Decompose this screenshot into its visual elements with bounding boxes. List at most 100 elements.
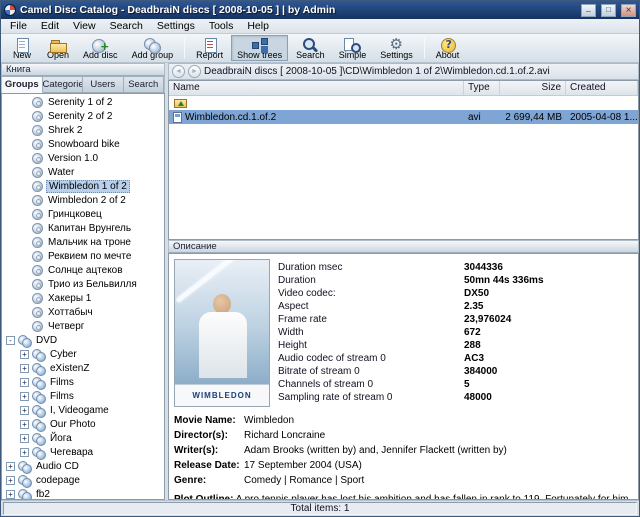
toolbar-show-trees-button[interactable]: Show trees: [231, 35, 288, 61]
tree-item[interactable]: Wimbledon 2 of 2: [2, 193, 164, 207]
tree-item[interactable]: Капитан Врунгель: [2, 221, 164, 235]
file-table-header: NameTypeSizeCreated: [169, 81, 638, 96]
open-folder-icon: [49, 37, 67, 50]
movie-field-row: Release Date:17 September 2004 (USA): [174, 460, 633, 474]
tree-item[interactable]: +I, Videogame: [2, 403, 164, 417]
toolbar-add-group-button[interactable]: Add group: [126, 35, 180, 61]
back-button[interactable]: [172, 65, 185, 78]
disc-group-icon: [18, 461, 32, 472]
tab-categories[interactable]: Categories: [43, 76, 84, 93]
tree-item[interactable]: +Audio CD: [2, 459, 164, 473]
expand-icon[interactable]: +: [20, 392, 29, 401]
expand-icon[interactable]: +: [6, 476, 15, 485]
tree-item[interactable]: +Чегевара: [2, 445, 164, 459]
column-header-name[interactable]: Name: [169, 81, 464, 95]
tree-item[interactable]: Трио из Бельвилля: [2, 277, 164, 291]
toolbar-simple-button[interactable]: Simple: [333, 35, 373, 61]
toolbar-about-button[interactable]: About: [430, 35, 466, 61]
file-name-cell: Wimbledon.cd.1.of.2: [169, 112, 464, 123]
content-area: DeadbraiN discs [ 2008-10-05 ]\CD\Wimble…: [168, 63, 639, 500]
tab-users[interactable]: Users: [83, 76, 124, 93]
column-header-created[interactable]: Created: [566, 81, 638, 95]
report-icon: [201, 37, 219, 50]
search-icon: [301, 37, 319, 50]
column-header-size[interactable]: Size: [500, 81, 566, 95]
tree-item[interactable]: Четверг: [2, 319, 164, 333]
expand-icon[interactable]: +: [20, 378, 29, 387]
toolbar-new-button[interactable]: New: [5, 35, 39, 61]
tree-item[interactable]: +Cyber: [2, 347, 164, 361]
expand-icon[interactable]: +: [20, 350, 29, 359]
menu-edit[interactable]: Edit: [34, 19, 66, 34]
expand-icon[interactable]: +: [20, 434, 29, 443]
disc-icon: [32, 195, 43, 206]
menu-help[interactable]: Help: [240, 19, 276, 34]
tab-groups[interactable]: Groups: [2, 76, 43, 93]
disc-group-icon: [18, 489, 32, 500]
maximize-button[interactable]: [601, 4, 616, 17]
toolbar-open-button[interactable]: Open: [41, 35, 75, 61]
toolbar-add-disc-button[interactable]: Add disc: [77, 35, 124, 61]
tree-item[interactable]: Wimbledon 1 of 2: [2, 179, 164, 193]
tree-item[interactable]: +Films: [2, 389, 164, 403]
tree-item[interactable]: Version 1.0: [2, 151, 164, 165]
menu-bar: FileEditViewSearchSettingsToolsHelp: [1, 19, 639, 34]
tech-details-table: Duration msec3044336Duration50mn 44s 336…: [278, 259, 633, 407]
file-row[interactable]: Wimbledon.cd.1.of.2avi2 699,44 MB2005-04…: [169, 110, 638, 124]
menu-view[interactable]: View: [66, 19, 103, 34]
tree-item-label: Мальчик на троне: [46, 237, 133, 248]
tree-item[interactable]: Snowboard bike: [2, 137, 164, 151]
expand-icon[interactable]: +: [6, 490, 15, 499]
tech-detail-label: Height: [278, 340, 464, 351]
disc-group-icon: [32, 419, 46, 430]
tech-detail-value: 2.35: [464, 301, 483, 312]
expand-icon[interactable]: +: [20, 420, 29, 429]
tree-item[interactable]: +Our Photo: [2, 417, 164, 431]
sidebar-tabs: GroupsCategoriesUsersSearch: [1, 76, 165, 93]
tree-item[interactable]: Хоттабыч: [2, 305, 164, 319]
column-header-type[interactable]: Type: [464, 81, 500, 95]
description-panel: WIMBLEDON Duration msec3044336Duration50…: [168, 253, 639, 500]
collapse-icon[interactable]: -: [6, 336, 15, 345]
toolbar-settings-button[interactable]: Settings: [374, 35, 419, 61]
tree-item-label: Snowboard bike: [46, 139, 122, 150]
expand-icon[interactable]: +: [20, 448, 29, 457]
movie-field-row: Genre:Comedy | Romance | Sport: [174, 475, 633, 489]
expand-icon[interactable]: +: [20, 364, 29, 373]
expand-icon[interactable]: +: [6, 462, 15, 471]
parent-directory-row[interactable]: [169, 96, 638, 110]
tree-item[interactable]: Реквием по мечте: [2, 249, 164, 263]
tree-item[interactable]: +fb2: [2, 487, 164, 500]
tree-item[interactable]: +eXistenZ: [2, 361, 164, 375]
tree-item[interactable]: -DVD: [2, 333, 164, 347]
tab-search[interactable]: Search: [124, 76, 165, 93]
group-tree[interactable]: Serenity 1 of 2Serenity 2 of 2Shrek 2 Sno…: [1, 93, 165, 500]
toolbar-search-button[interactable]: Search: [290, 35, 331, 61]
tree-item-label: Serenity 1 of 2: [46, 97, 114, 108]
tree-item[interactable]: Shrek 2: [2, 123, 164, 137]
menu-file[interactable]: File: [3, 19, 34, 34]
tree-item[interactable]: Serenity 2 of 2: [2, 109, 164, 123]
title-bar[interactable]: Camel Disc Catalog - DeadbraiN discs [ 2…: [1, 1, 639, 19]
disc-icon: [32, 167, 43, 178]
close-button[interactable]: [621, 4, 636, 17]
expand-icon[interactable]: +: [20, 406, 29, 415]
toolbar-separator: [184, 37, 185, 59]
tree-item[interactable]: +Йога: [2, 431, 164, 445]
toolbar-report-button[interactable]: Report: [190, 35, 229, 61]
tree-item[interactable]: Хакеры 1: [2, 291, 164, 305]
tree-item[interactable]: Serenity 1 of 2: [2, 95, 164, 109]
file-list-panel: NameTypeSizeCreated Wimbledon.cd.1.of.2a…: [168, 80, 639, 240]
tree-item[interactable]: +codepage: [2, 473, 164, 487]
tree-item[interactable]: +Films: [2, 375, 164, 389]
tree-item[interactable]: Мальчик на троне: [2, 235, 164, 249]
disc-group-icon: [32, 349, 46, 360]
tree-item[interactable]: Солнце ацтеков: [2, 263, 164, 277]
menu-settings[interactable]: Settings: [150, 19, 202, 34]
menu-search[interactable]: Search: [103, 19, 150, 34]
tree-item[interactable]: Water: [2, 165, 164, 179]
minimize-button[interactable]: [581, 4, 596, 17]
tree-item[interactable]: Гринцковец: [2, 207, 164, 221]
forward-button[interactable]: [188, 65, 201, 78]
menu-tools[interactable]: Tools: [202, 19, 241, 34]
